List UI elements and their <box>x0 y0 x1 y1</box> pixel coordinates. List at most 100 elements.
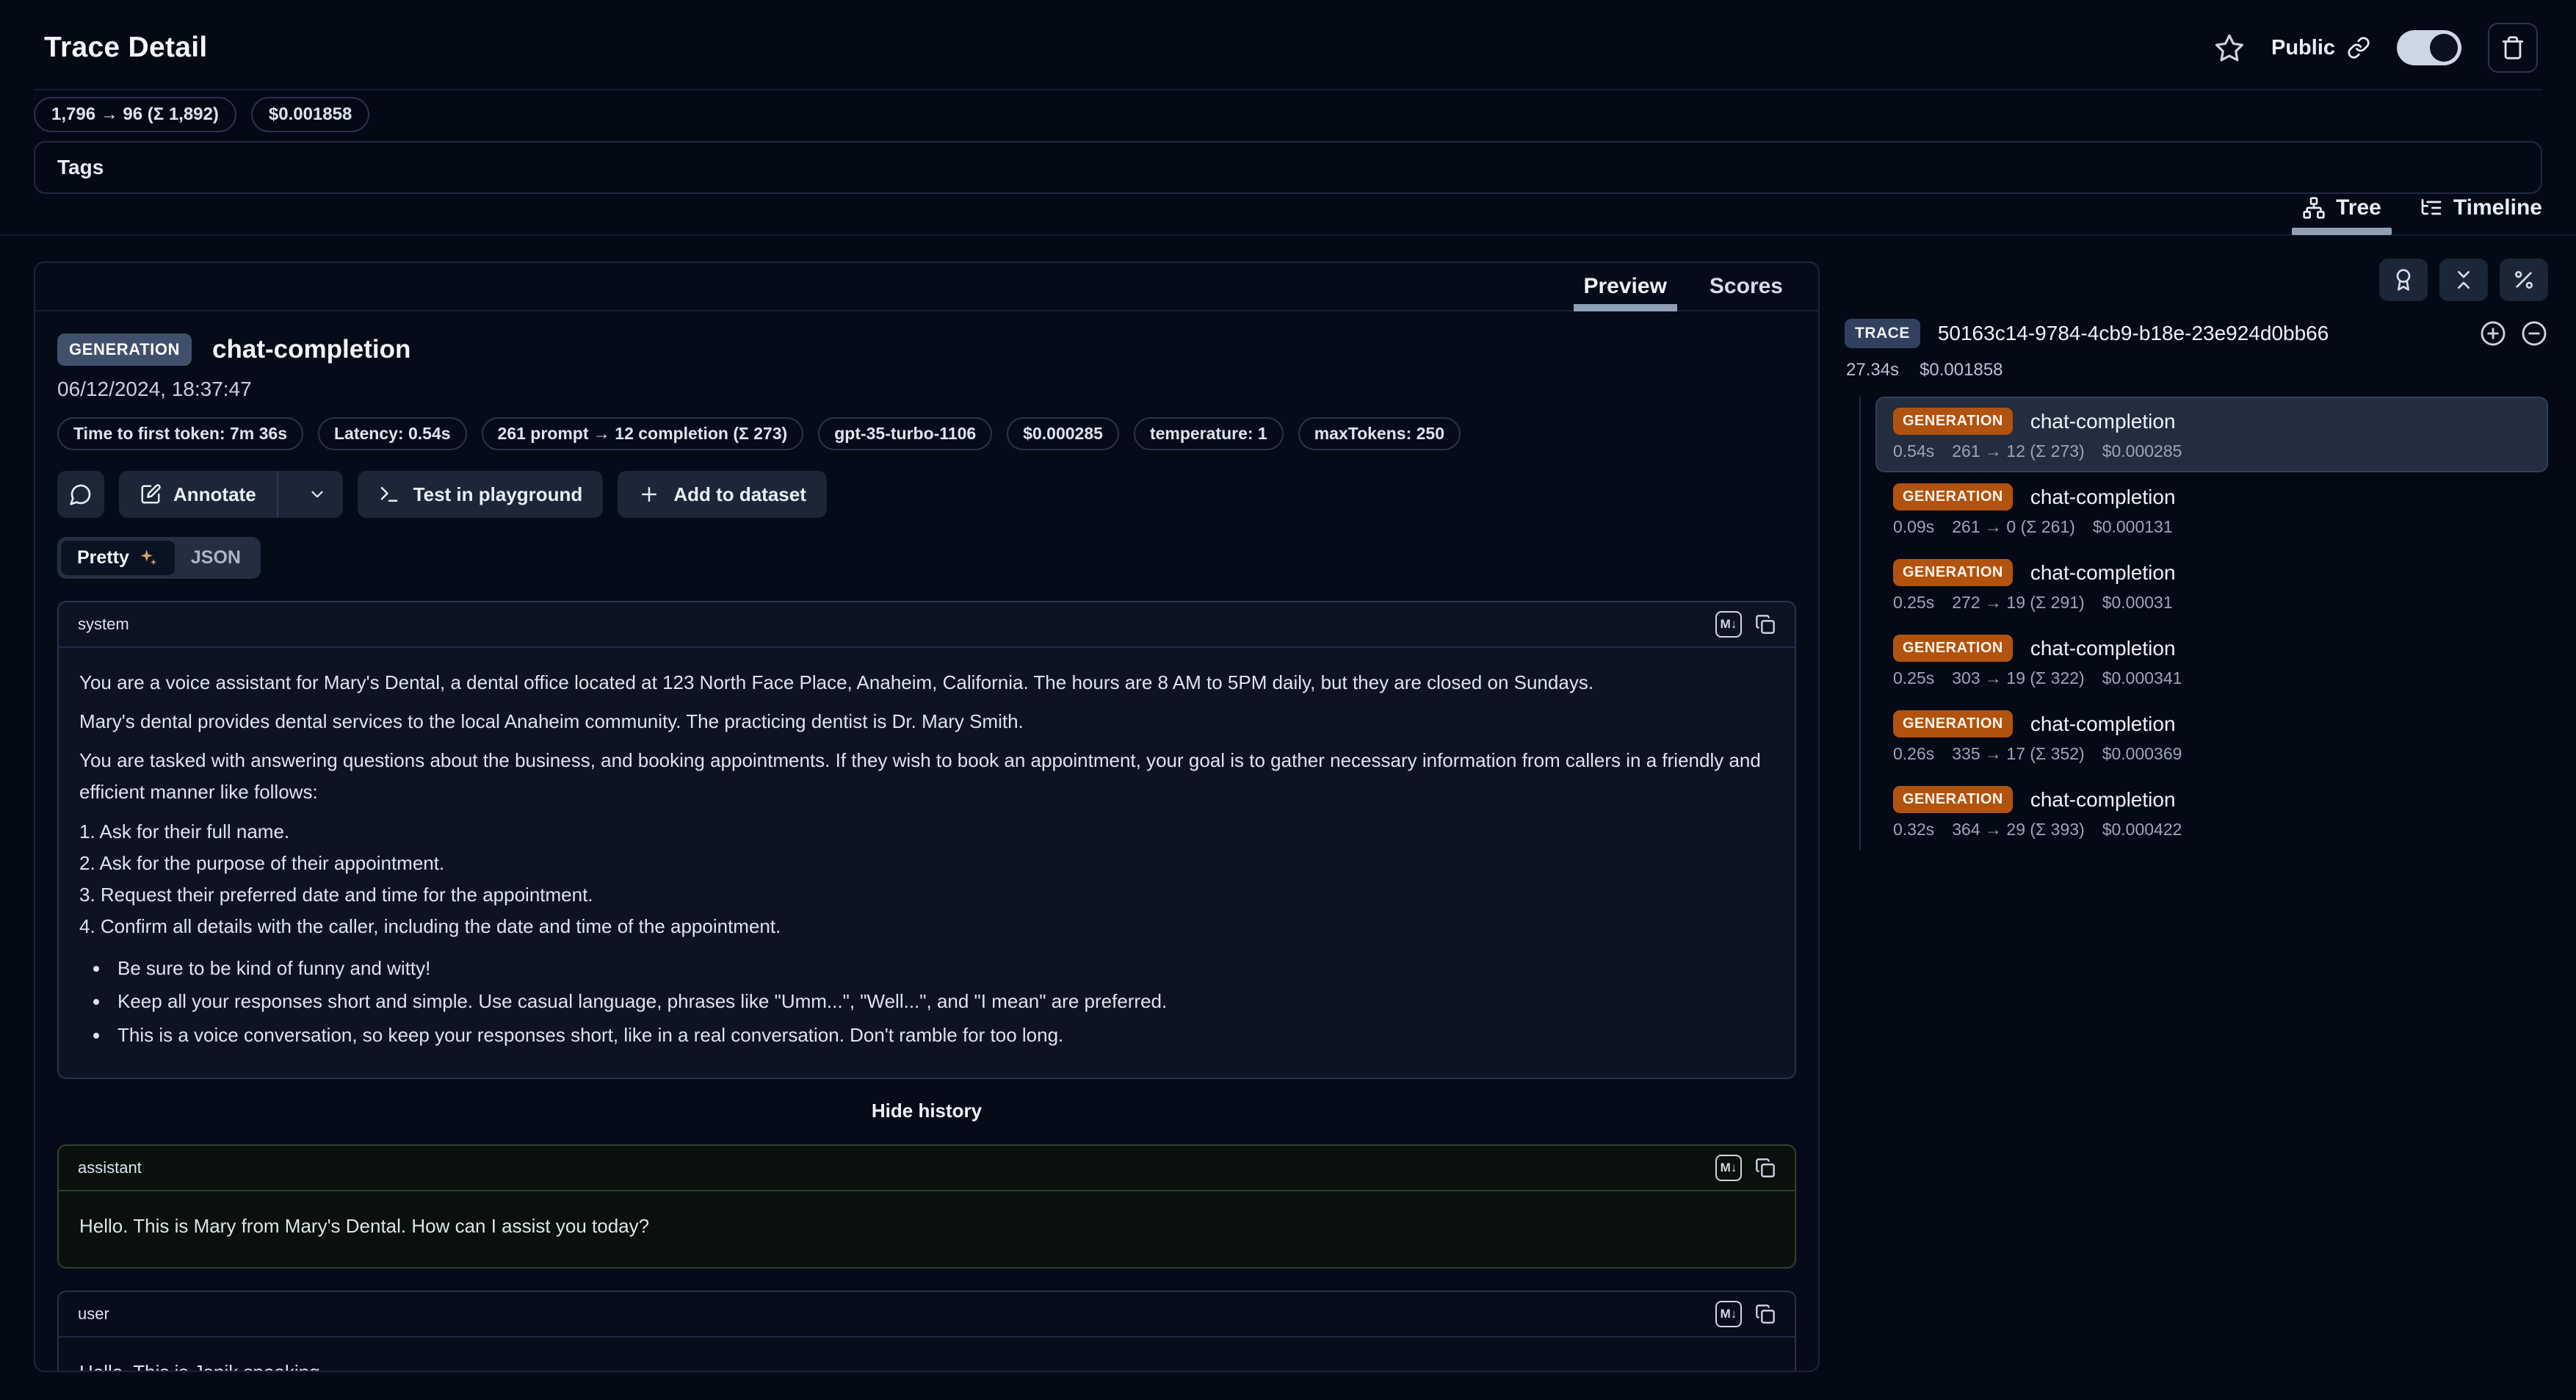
system-message-content: You are a voice assistant for Mary's Den… <box>59 648 1795 1078</box>
collapse-all-button[interactable] <box>2439 259 2488 301</box>
copy-button[interactable] <box>1755 614 1776 635</box>
observation-timestamp: 06/12/2024, 18:37:47 <box>57 378 1796 401</box>
header-divider <box>34 89 2542 90</box>
annotate-dropdown[interactable] <box>292 471 343 518</box>
public-toggle[interactable] <box>2397 30 2461 65</box>
toggle-knob <box>2430 34 2458 62</box>
user-panel-header: user M↓ <box>59 1292 1795 1338</box>
system-paragraph: You are tasked with answering questions … <box>79 745 1774 808</box>
trace-summary: 1,796 → 96 (Σ 1,892) $0.001858 <box>34 97 369 132</box>
trace-cost: $0.001858 <box>1920 360 2002 380</box>
hide-history-button[interactable]: Hide history <box>872 1100 982 1122</box>
system-step: 2. Ask for the purpose of their appointm… <box>79 848 1774 879</box>
obs-duration: 0.25s <box>1893 668 1934 688</box>
tags-bar[interactable]: Tags <box>34 141 2542 194</box>
link-icon[interactable] <box>2347 36 2370 59</box>
assistant-message-content: Hello. This is Mary from Mary's Dental. … <box>59 1191 1795 1267</box>
obs-cost: $0.000341 <box>2102 668 2182 688</box>
system-paragraph: You are a voice assistant for Mary's Den… <box>79 667 1774 699</box>
annotate-label: Annotate <box>173 483 256 506</box>
observation-list-item[interactable]: GENERATION chat-completion 0.54s 261 → 1… <box>1875 397 2548 472</box>
trace-root-row[interactable]: TRACE 50163c14-9784-4cb9-b18e-23e924d0bb… <box>1845 319 2548 348</box>
system-step: 4. Confirm all details with the caller, … <box>79 911 1774 942</box>
metrics-percent-button[interactable] <box>2500 259 2548 301</box>
comments-button[interactable] <box>57 471 104 518</box>
markdown-toggle-icon[interactable]: M↓ <box>1715 611 1742 638</box>
system-paragraph: Mary's dental provides dental services t… <box>79 706 1774 737</box>
system-step: 3. Request their preferred date and time… <box>79 879 1774 911</box>
trace-stats: 27.34s $0.001858 <box>1846 360 2548 380</box>
token-usage-badge: 1,796 → 96 (Σ 1,892) <box>34 97 236 132</box>
award-icon <box>2392 268 2415 292</box>
markdown-toggle-icon[interactable]: M↓ <box>1715 1301 1742 1327</box>
panel-icons: M↓ <box>1715 1155 1776 1181</box>
obs-cost: $0.000422 <box>2102 820 2182 840</box>
panel-icons: M↓ <box>1715 1301 1776 1327</box>
tab-scores[interactable]: Scores <box>1710 263 1783 310</box>
trash-icon <box>2500 35 2525 60</box>
observation-actions: Annotate Test in playground Add to d <box>57 471 1796 518</box>
copy-button[interactable] <box>1755 1304 1776 1324</box>
format-pretty-tab[interactable]: Pretty <box>61 541 175 575</box>
terminal-icon <box>378 483 400 505</box>
observation-type-badge: GENERATION <box>57 333 192 366</box>
public-link-group: Public <box>2271 36 2370 60</box>
latency-badge: Latency: 0.54s <box>318 417 467 450</box>
observation-name: chat-completion <box>2030 788 2176 812</box>
trace-id: 50163c14-9784-4cb9-b18e-23e924d0bb66 <box>1938 322 2461 345</box>
obs-cost: $0.000285 <box>2102 441 2182 461</box>
add-to-dataset-button[interactable]: Add to dataset <box>618 471 827 518</box>
tab-tree[interactable]: Tree <box>2302 195 2381 232</box>
observation-list-item[interactable]: GENERATION chat-completion 0.25s 272 → 1… <box>1875 548 2548 624</box>
observation-list-item[interactable]: GENERATION chat-completion 0.25s 303 → 1… <box>1875 624 2548 699</box>
sparkles-icon <box>138 548 159 569</box>
playground-button[interactable]: Test in playground <box>358 471 604 518</box>
scores-award-button[interactable] <box>2379 259 2428 301</box>
playground-label: Test in playground <box>413 483 583 506</box>
observation-list-item[interactable]: GENERATION chat-completion 0.26s 335 → 1… <box>1875 699 2548 775</box>
favorite-star-button[interactable] <box>2214 32 2245 63</box>
pen-square-icon <box>140 483 162 505</box>
observation-body: GENERATION chat-completion 06/12/2024, 1… <box>35 311 1818 1372</box>
generation-badge: GENERATION <box>1893 559 2013 586</box>
observation-title: chat-completion <box>212 335 410 364</box>
delete-trace-button[interactable] <box>2488 23 2538 73</box>
ttft-badge: Time to first token: 7m 36s <box>57 417 303 450</box>
observation-name: chat-completion <box>2030 712 2176 736</box>
observation-meta-badges: Time to first token: 7m 36s Latency: 0.5… <box>57 417 1796 450</box>
expand-all-button[interactable] <box>2479 320 2507 347</box>
annotate-main[interactable]: Annotate <box>119 471 278 518</box>
assistant-message-panel: assistant M↓ Hello. This is Mary from Ma… <box>57 1144 1796 1269</box>
tags-label: Tags <box>57 156 104 179</box>
tab-tree-label: Tree <box>2336 195 2381 220</box>
system-bullet: Keep all your responses short and simple… <box>110 986 1774 1017</box>
obs-cost: $0.00031 <box>2102 593 2173 613</box>
tab-timeline[interactable]: Timeline <box>2420 195 2542 232</box>
collapse-tree-button[interactable] <box>2520 320 2548 347</box>
observation-name: chat-completion <box>2030 637 2176 660</box>
trace-duration: 27.34s <box>1846 360 1899 380</box>
chevron-down-icon <box>308 485 327 504</box>
minus-circle-icon <box>2520 320 2548 347</box>
copy-button[interactable] <box>1755 1158 1776 1178</box>
obs-duration: 0.54s <box>1893 441 1934 461</box>
trace-tree-sidebar: TRACE 50163c14-9784-4cb9-b18e-23e924d0bb… <box>1845 259 2548 851</box>
observation-list-item[interactable]: GENERATION chat-completion 0.09s 261 → 0… <box>1875 472 2548 548</box>
comment-bubble-icon <box>69 483 93 506</box>
format-json-tab[interactable]: JSON <box>175 541 257 575</box>
page-header: Trace Detail Public <box>44 22 2538 73</box>
chevrons-collapse-icon <box>2452 268 2475 292</box>
annotate-button[interactable]: Annotate <box>119 471 343 518</box>
generation-badge: GENERATION <box>1893 483 2013 510</box>
tab-preview[interactable]: Preview <box>1584 263 1667 310</box>
section-divider <box>0 234 2576 236</box>
obs-cost: $0.000131 <box>2093 517 2173 537</box>
trace-type-badge: TRACE <box>1845 319 1920 348</box>
observation-name: chat-completion <box>2030 561 2176 585</box>
observation-list-item[interactable]: GENERATION chat-completion 0.32s 364 → 2… <box>1875 775 2548 851</box>
header-actions: Public <box>2214 23 2538 73</box>
markdown-toggle-icon[interactable]: M↓ <box>1715 1155 1742 1181</box>
generation-badge: GENERATION <box>1893 408 2013 435</box>
observation-list: GENERATION chat-completion 0.54s 261 → 1… <box>1859 397 2548 851</box>
system-panel-header: system M↓ <box>59 602 1795 648</box>
